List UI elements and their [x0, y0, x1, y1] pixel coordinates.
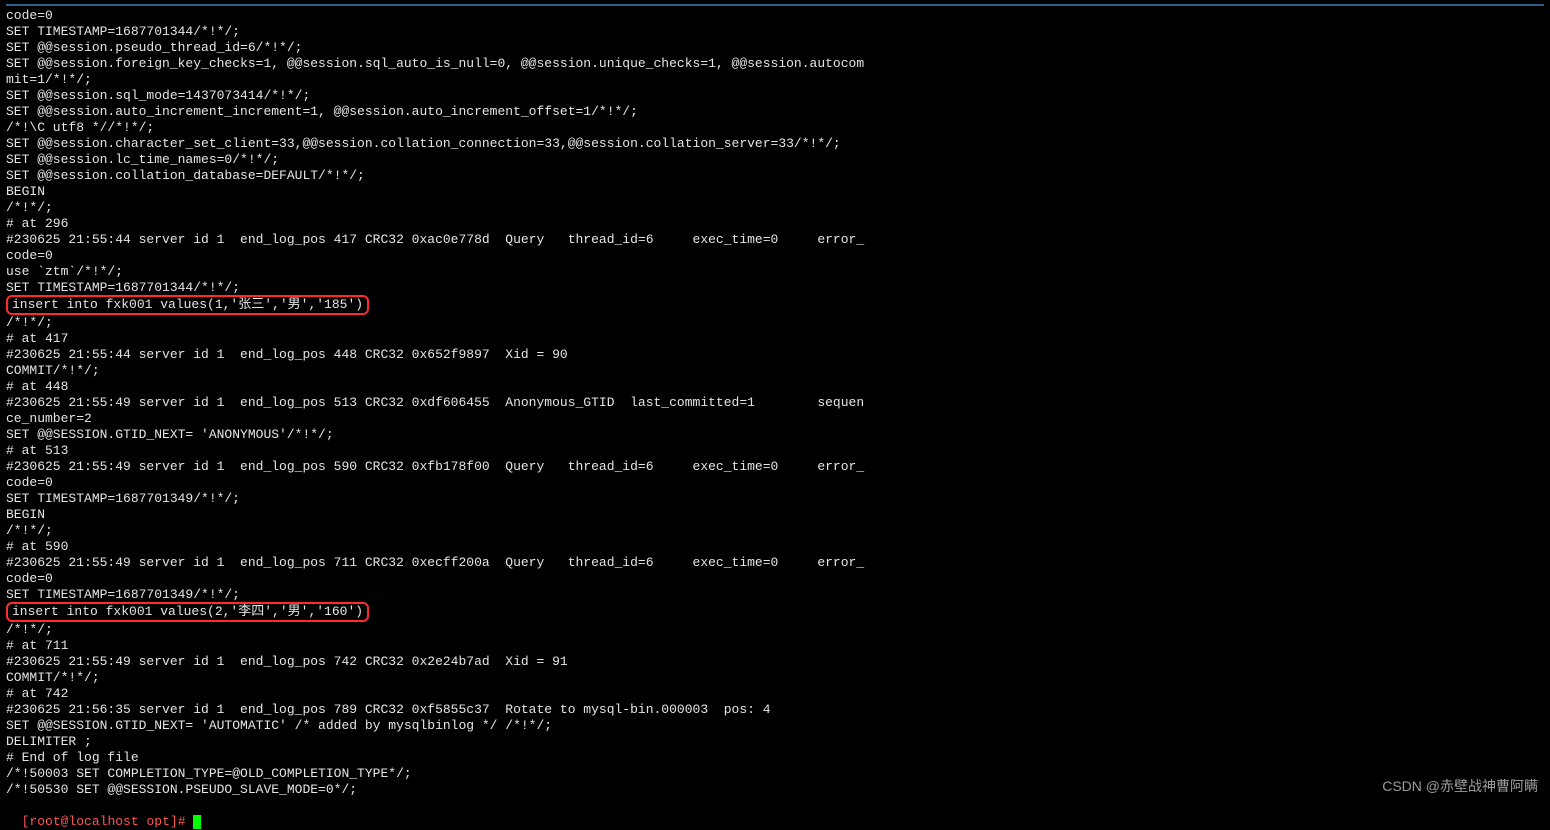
annotated-sql-insert: insert into fxk001 values(2,'李四','男','16…	[6, 602, 369, 622]
terminal-line: SET TIMESTAMP=1687701349/*!*/;	[6, 587, 1544, 603]
terminal-line: code=0	[6, 8, 1544, 24]
terminal-line: SET @@session.lc_time_names=0/*!*/;	[6, 152, 1544, 168]
terminal-line: SET @@session.foreign_key_checks=1, @@se…	[6, 56, 1544, 72]
terminal-line: code=0	[6, 475, 1544, 491]
terminal-line: SET @@session.collation_database=DEFAULT…	[6, 168, 1544, 184]
terminal-line: /*!*/;	[6, 622, 1544, 638]
terminal-line: #230625 21:55:49 server id 1 end_log_pos…	[6, 395, 1544, 411]
terminal-output[interactable]: code=0SET TIMESTAMP=1687701344/*!*/;SET …	[6, 8, 1544, 798]
terminal-line: # at 513	[6, 443, 1544, 459]
prompt-suffix: ]#	[170, 814, 193, 829]
shell-prompt-line[interactable]: [root@localhost opt]#	[6, 798, 1544, 830]
terminal-line: ce_number=2	[6, 411, 1544, 427]
terminal-line: # at 711	[6, 638, 1544, 654]
terminal-line: /*!50530 SET @@SESSION.PSEUDO_SLAVE_MODE…	[6, 782, 1544, 798]
terminal-line: SET @@SESSION.GTID_NEXT= 'ANONYMOUS'/*!*…	[6, 427, 1544, 443]
terminal-line: # at 448	[6, 379, 1544, 395]
watermark-text: CSDN @赤壁战神曹阿瞒	[1382, 778, 1538, 794]
terminal-line: # at 296	[6, 216, 1544, 232]
terminal-line: #230625 21:56:35 server id 1 end_log_pos…	[6, 702, 1544, 718]
terminal-line: #230625 21:55:44 server id 1 end_log_pos…	[6, 232, 1544, 248]
terminal-line: SET TIMESTAMP=1687701344/*!*/;	[6, 24, 1544, 40]
terminal-line: COMMIT/*!*/;	[6, 363, 1544, 379]
terminal-line: SET @@session.auto_increment_increment=1…	[6, 104, 1544, 120]
terminal-line: /*!*/;	[6, 523, 1544, 539]
terminal-line: SET TIMESTAMP=1687701344/*!*/;	[6, 280, 1544, 296]
cursor-icon	[193, 815, 201, 829]
terminal-line: # at 742	[6, 686, 1544, 702]
prompt-host: localhost	[68, 814, 138, 829]
terminal-line: # End of log file	[6, 750, 1544, 766]
terminal-line: COMMIT/*!*/;	[6, 670, 1544, 686]
terminal-line: insert into fxk001 values(1,'张三','男','18…	[6, 296, 1544, 315]
prompt-at: @	[61, 814, 69, 829]
terminal-line: code=0	[6, 248, 1544, 264]
terminal-line: SET @@SESSION.GTID_NEXT= 'AUTOMATIC' /* …	[6, 718, 1544, 734]
terminal-line: #230625 21:55:49 server id 1 end_log_pos…	[6, 459, 1544, 475]
terminal-line: insert into fxk001 values(2,'李四','男','16…	[6, 603, 1544, 622]
terminal-line: BEGIN	[6, 507, 1544, 523]
prompt-open-bracket: [	[22, 814, 30, 829]
terminal-line: SET @@session.sql_mode=1437073414/*!*/;	[6, 88, 1544, 104]
terminal-line: /*!*/;	[6, 315, 1544, 331]
terminal-line: SET @@session.pseudo_thread_id=6/*!*/;	[6, 40, 1544, 56]
terminal-line: SET TIMESTAMP=1687701349/*!*/;	[6, 491, 1544, 507]
prompt-user: root	[29, 814, 60, 829]
terminal-line: /*!50003 SET COMPLETION_TYPE=@OLD_COMPLE…	[6, 766, 1544, 782]
terminal-line: /*!\C utf8 *//*!*/;	[6, 120, 1544, 136]
terminal-line: # at 590	[6, 539, 1544, 555]
annotated-sql-insert: insert into fxk001 values(1,'张三','男','18…	[6, 295, 369, 315]
terminal-line: DELIMITER ;	[6, 734, 1544, 750]
terminal-line: code=0	[6, 571, 1544, 587]
prompt-path: opt	[139, 814, 170, 829]
window-topbar	[6, 4, 1544, 6]
terminal-line: use `ztm`/*!*/;	[6, 264, 1544, 280]
terminal-line: BEGIN	[6, 184, 1544, 200]
terminal-line: #230625 21:55:44 server id 1 end_log_pos…	[6, 347, 1544, 363]
terminal-line: SET @@session.character_set_client=33,@@…	[6, 136, 1544, 152]
terminal-line: /*!*/;	[6, 200, 1544, 216]
terminal-line: #230625 21:55:49 server id 1 end_log_pos…	[6, 555, 1544, 571]
terminal-line: #230625 21:55:49 server id 1 end_log_pos…	[6, 654, 1544, 670]
terminal-line: # at 417	[6, 331, 1544, 347]
terminal-line: mit=1/*!*/;	[6, 72, 1544, 88]
